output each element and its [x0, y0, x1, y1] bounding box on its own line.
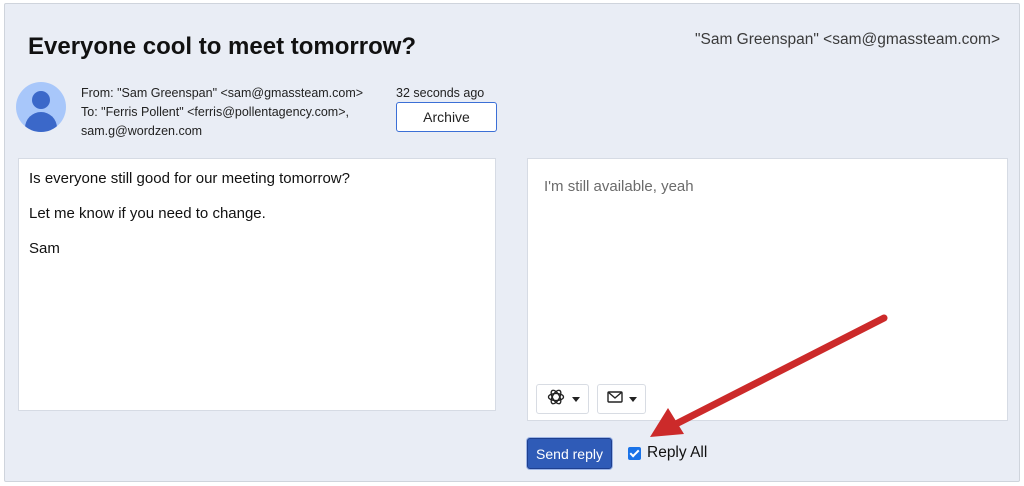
- reply-editor[interactable]: I'm still available, yeah: [527, 158, 1008, 421]
- email-body: Is everyone still good for our meeting t…: [18, 158, 496, 411]
- reply-all-checkbox[interactable]: [628, 446, 641, 460]
- avatar-head: [32, 91, 50, 109]
- reply-all-label: Reply All: [647, 444, 708, 461]
- body-line: Let me know if you need to change.: [29, 205, 266, 222]
- avatar: [16, 82, 66, 132]
- from-line: From: "Sam Greenspan" <sam@gmassteam.com…: [81, 86, 364, 100]
- reply-all-toggle[interactable]: Reply All: [628, 444, 707, 462]
- archive-button[interactable]: Archive: [396, 102, 497, 132]
- envelope-icon: [606, 390, 623, 408]
- time-ago: 32 seconds ago: [396, 86, 485, 100]
- body-line: Sam: [29, 240, 60, 257]
- template-button[interactable]: [597, 384, 646, 414]
- ai-compose-button[interactable]: [536, 384, 589, 414]
- chevron-down-icon: [628, 396, 637, 402]
- chevron-down-icon: [571, 396, 580, 402]
- reply-text[interactable]: I'm still available, yeah: [544, 178, 694, 195]
- avatar-body: [25, 112, 57, 132]
- to-line-2: sam.g@wordzen.com: [81, 124, 203, 138]
- header-sender: "Sam Greenspan" <sam@gmassteam.com>: [695, 31, 1000, 48]
- body-line: Is everyone still good for our meeting t…: [29, 170, 350, 187]
- to-line: To: "Ferris Pollent" <ferris@pollentagen…: [81, 105, 349, 119]
- openai-icon: [546, 387, 566, 412]
- send-reply-button[interactable]: Send reply: [527, 438, 612, 469]
- email-subject: Everyone cool to meet tomorrow?: [28, 33, 417, 60]
